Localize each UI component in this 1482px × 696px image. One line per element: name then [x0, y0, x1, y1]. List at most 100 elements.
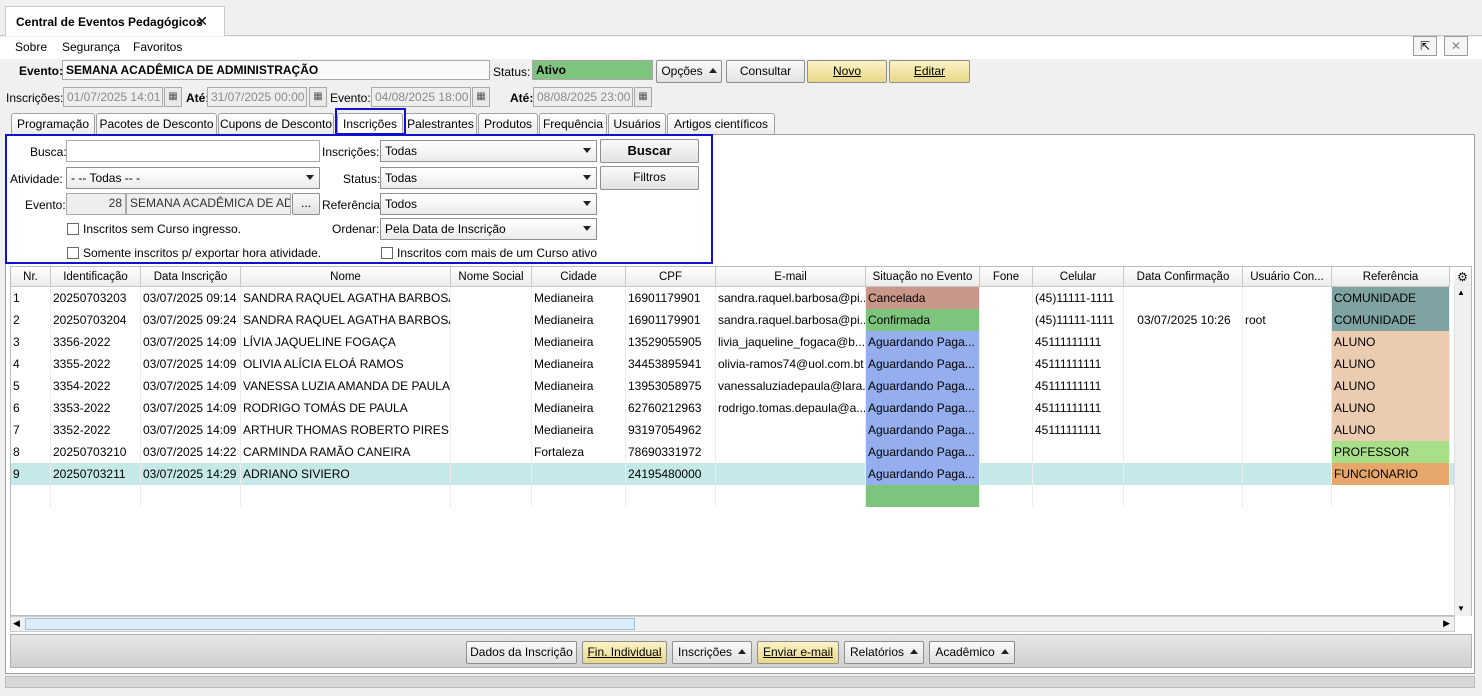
column-header[interactable]: Fone: [980, 267, 1033, 287]
scroll-thumb[interactable]: [25, 618, 635, 630]
sem-curso-checkbox[interactable]: [67, 223, 79, 235]
scroll-up-icon[interactable]: ▲: [1457, 288, 1465, 297]
tab-pacotes[interactable]: Pacotes de Desconto: [96, 113, 217, 134]
calendar-icon[interactable]: ▦: [309, 87, 327, 107]
table-cell-id: [51, 485, 141, 507]
filtros-button[interactable]: Filtros: [600, 166, 699, 190]
scroll-down-icon[interactable]: ▼: [1457, 604, 1465, 613]
table-row[interactable]: 1 20250703203 03/07/2025 09:14 SANDRA RAQUE…: [11, 287, 1456, 309]
table-cell-celular: (45)11111-1111: [1033, 287, 1124, 309]
table-row[interactable]: 8 20250703210 03/07/2025 14:22 CARMINDA RAM…: [11, 441, 1456, 463]
novo-button[interactable]: Novo: [807, 60, 887, 83]
calendar-icon[interactable]: ▦: [634, 87, 652, 107]
column-header[interactable]: Celular: [1033, 267, 1124, 287]
column-header[interactable]: E-mail: [716, 267, 866, 287]
table-row[interactable]: 6 3353-2022 03/07/2025 14:09 RODRIGO TOMÁS …: [11, 397, 1456, 419]
inscricoes-from-field[interactable]: 01/07/2025 14:01: [63, 87, 163, 107]
enviar-email-button[interactable]: Enviar e-mail: [757, 641, 839, 664]
vertical-scrollbar[interactable]: ▲ ▼: [1454, 286, 1471, 616]
evento-to-field[interactable]: 08/08/2025 23:00: [533, 87, 633, 107]
menu-favoritos[interactable]: Favoritos: [133, 40, 182, 54]
table-cell-nome: OLIVIA ALÍCIA ELOÁ RAMOS: [241, 353, 451, 375]
tab-cupons[interactable]: Cupons de Desconto: [218, 113, 334, 134]
table-cell-social: [451, 375, 532, 397]
inscricoes-menu-button[interactable]: Inscrições: [672, 641, 752, 664]
scroll-right-icon[interactable]: ▶: [1443, 618, 1450, 629]
close-icon[interactable]: ✕: [196, 13, 208, 30]
exportar-checkbox[interactable]: [67, 247, 79, 259]
table-cell-data: 03/07/2025 14:22: [141, 441, 241, 463]
referencia-select[interactable]: Todos: [380, 193, 597, 215]
external-link-icon[interactable]: ⇱: [1413, 36, 1437, 56]
table-row[interactable]: 2 20250703204 03/07/2025 09:24 SANDRA RAQUE…: [11, 309, 1456, 331]
table-cell-usuario: [1243, 287, 1332, 309]
menu-sobre[interactable]: Sobre: [15, 40, 47, 54]
column-header[interactable]: Referência: [1332, 267, 1450, 287]
table-row[interactable]: 5 3354-2022 03/07/2025 14:09 VANESSA LUZIA …: [11, 375, 1456, 397]
status-filter-label: Status:: [343, 172, 381, 186]
column-header[interactable]: Situação no Evento: [866, 267, 980, 287]
calendar-icon[interactable]: ▦: [472, 87, 490, 107]
calendar-icon[interactable]: ▦: [164, 87, 182, 107]
table-cell-email: olivia-ramos74@uol.com.bt: [716, 353, 866, 375]
tab-palestrantes[interactable]: Palestrantes: [404, 113, 477, 134]
table-row[interactable]: 7 3352-2022 03/07/2025 14:09 ARTHUR THOMAS …: [11, 419, 1456, 441]
table-row[interactable]: [11, 485, 1456, 507]
table-row[interactable]: 9 20250703211 03/07/2025 14:29 ADRIANO SIVI…: [11, 463, 1456, 485]
table-row[interactable]: 3 3356-2022 03/07/2025 14:09 LÍVIA JAQUELIN…: [11, 331, 1456, 353]
column-header[interactable]: Cidade: [532, 267, 626, 287]
table-cell-nome: SANDRA RAQUEL AGATHA BARBOSA: [241, 287, 451, 309]
editar-button[interactable]: Editar: [889, 60, 970, 83]
status-select[interactable]: Todas: [380, 167, 597, 189]
evento-lookup-button[interactable]: ...: [292, 193, 320, 215]
mais-curso-checkbox[interactable]: [381, 247, 393, 259]
table-cell-usuario: [1243, 375, 1332, 397]
table-cell-nr: 7: [11, 419, 51, 441]
table-cell-id: 3352-2022: [51, 419, 141, 441]
table-cell-situacao: Confirmada: [866, 309, 980, 331]
table-cell-usuario: [1243, 353, 1332, 375]
table-cell-social: [451, 441, 532, 463]
tab-artigos[interactable]: Artigos científicos: [667, 113, 775, 134]
gear-icon[interactable]: ⚙: [1454, 267, 1471, 287]
column-header[interactable]: Usuário Con...: [1243, 267, 1332, 287]
inscricoes-to-field[interactable]: 31/07/2025 00:00: [207, 87, 307, 107]
table-cell-fone: [980, 375, 1033, 397]
column-header[interactable]: Data Confirmação: [1124, 267, 1243, 287]
column-header[interactable]: Nome: [241, 267, 451, 287]
table-cell-fone: [980, 331, 1033, 353]
table-cell-situacao: Aguardando Paga...: [866, 353, 980, 375]
table-cell-nome: ARTHUR THOMAS ROBERTO PIRES: [241, 419, 451, 441]
table-cell-usuario: [1243, 485, 1332, 507]
ordenar-select[interactable]: Pela Data de Inscrição: [380, 218, 597, 240]
tab-usuarios[interactable]: Usuários: [608, 113, 666, 134]
inscricoes-select[interactable]: Todas: [380, 140, 597, 162]
academico-button[interactable]: Acadêmico: [929, 641, 1015, 664]
close-window-icon[interactable]: ✕: [1444, 36, 1468, 56]
tab-programacao[interactable]: Programação: [11, 113, 95, 134]
column-header[interactable]: Data Inscrição: [141, 267, 241, 287]
tab-frequencia[interactable]: Frequência: [539, 113, 607, 134]
column-header[interactable]: Identificação: [51, 267, 141, 287]
table-row[interactable]: 4 3355-2022 03/07/2025 14:09 OLIVIA ALÍCIA …: [11, 353, 1456, 375]
table-cell-situacao: Aguardando Paga...: [866, 331, 980, 353]
buscar-button[interactable]: Buscar: [600, 139, 699, 163]
atividade-select[interactable]: - -- Todas -- -: [66, 167, 320, 189]
tab-produtos[interactable]: Produtos: [478, 113, 538, 134]
column-header[interactable]: Nome Social: [451, 267, 532, 287]
fin-individual-button[interactable]: Fin. Individual: [582, 641, 667, 664]
relatorios-button[interactable]: Relatórios: [844, 641, 924, 664]
app-tab[interactable]: Central de Eventos Pedagógicos ✕: [5, 6, 225, 36]
column-header[interactable]: Nr.: [11, 267, 51, 287]
table-cell-celular: 45111111111: [1033, 331, 1124, 353]
table-cell-cidade: Medianeira: [532, 375, 626, 397]
consultar-button[interactable]: Consultar: [726, 60, 805, 83]
column-header[interactable]: CPF: [626, 267, 716, 287]
horizontal-scrollbar[interactable]: ◀ ▶: [10, 616, 1455, 632]
evento-from-field[interactable]: 04/08/2025 18:00: [371, 87, 471, 107]
scroll-left-icon[interactable]: ◀: [13, 618, 20, 629]
dados-inscricao-button[interactable]: Dados da Inscrição: [466, 641, 577, 664]
menu-seguranca[interactable]: Segurança: [62, 40, 120, 54]
busca-input[interactable]: [66, 140, 320, 162]
opcoes-button[interactable]: Opções: [656, 60, 722, 83]
